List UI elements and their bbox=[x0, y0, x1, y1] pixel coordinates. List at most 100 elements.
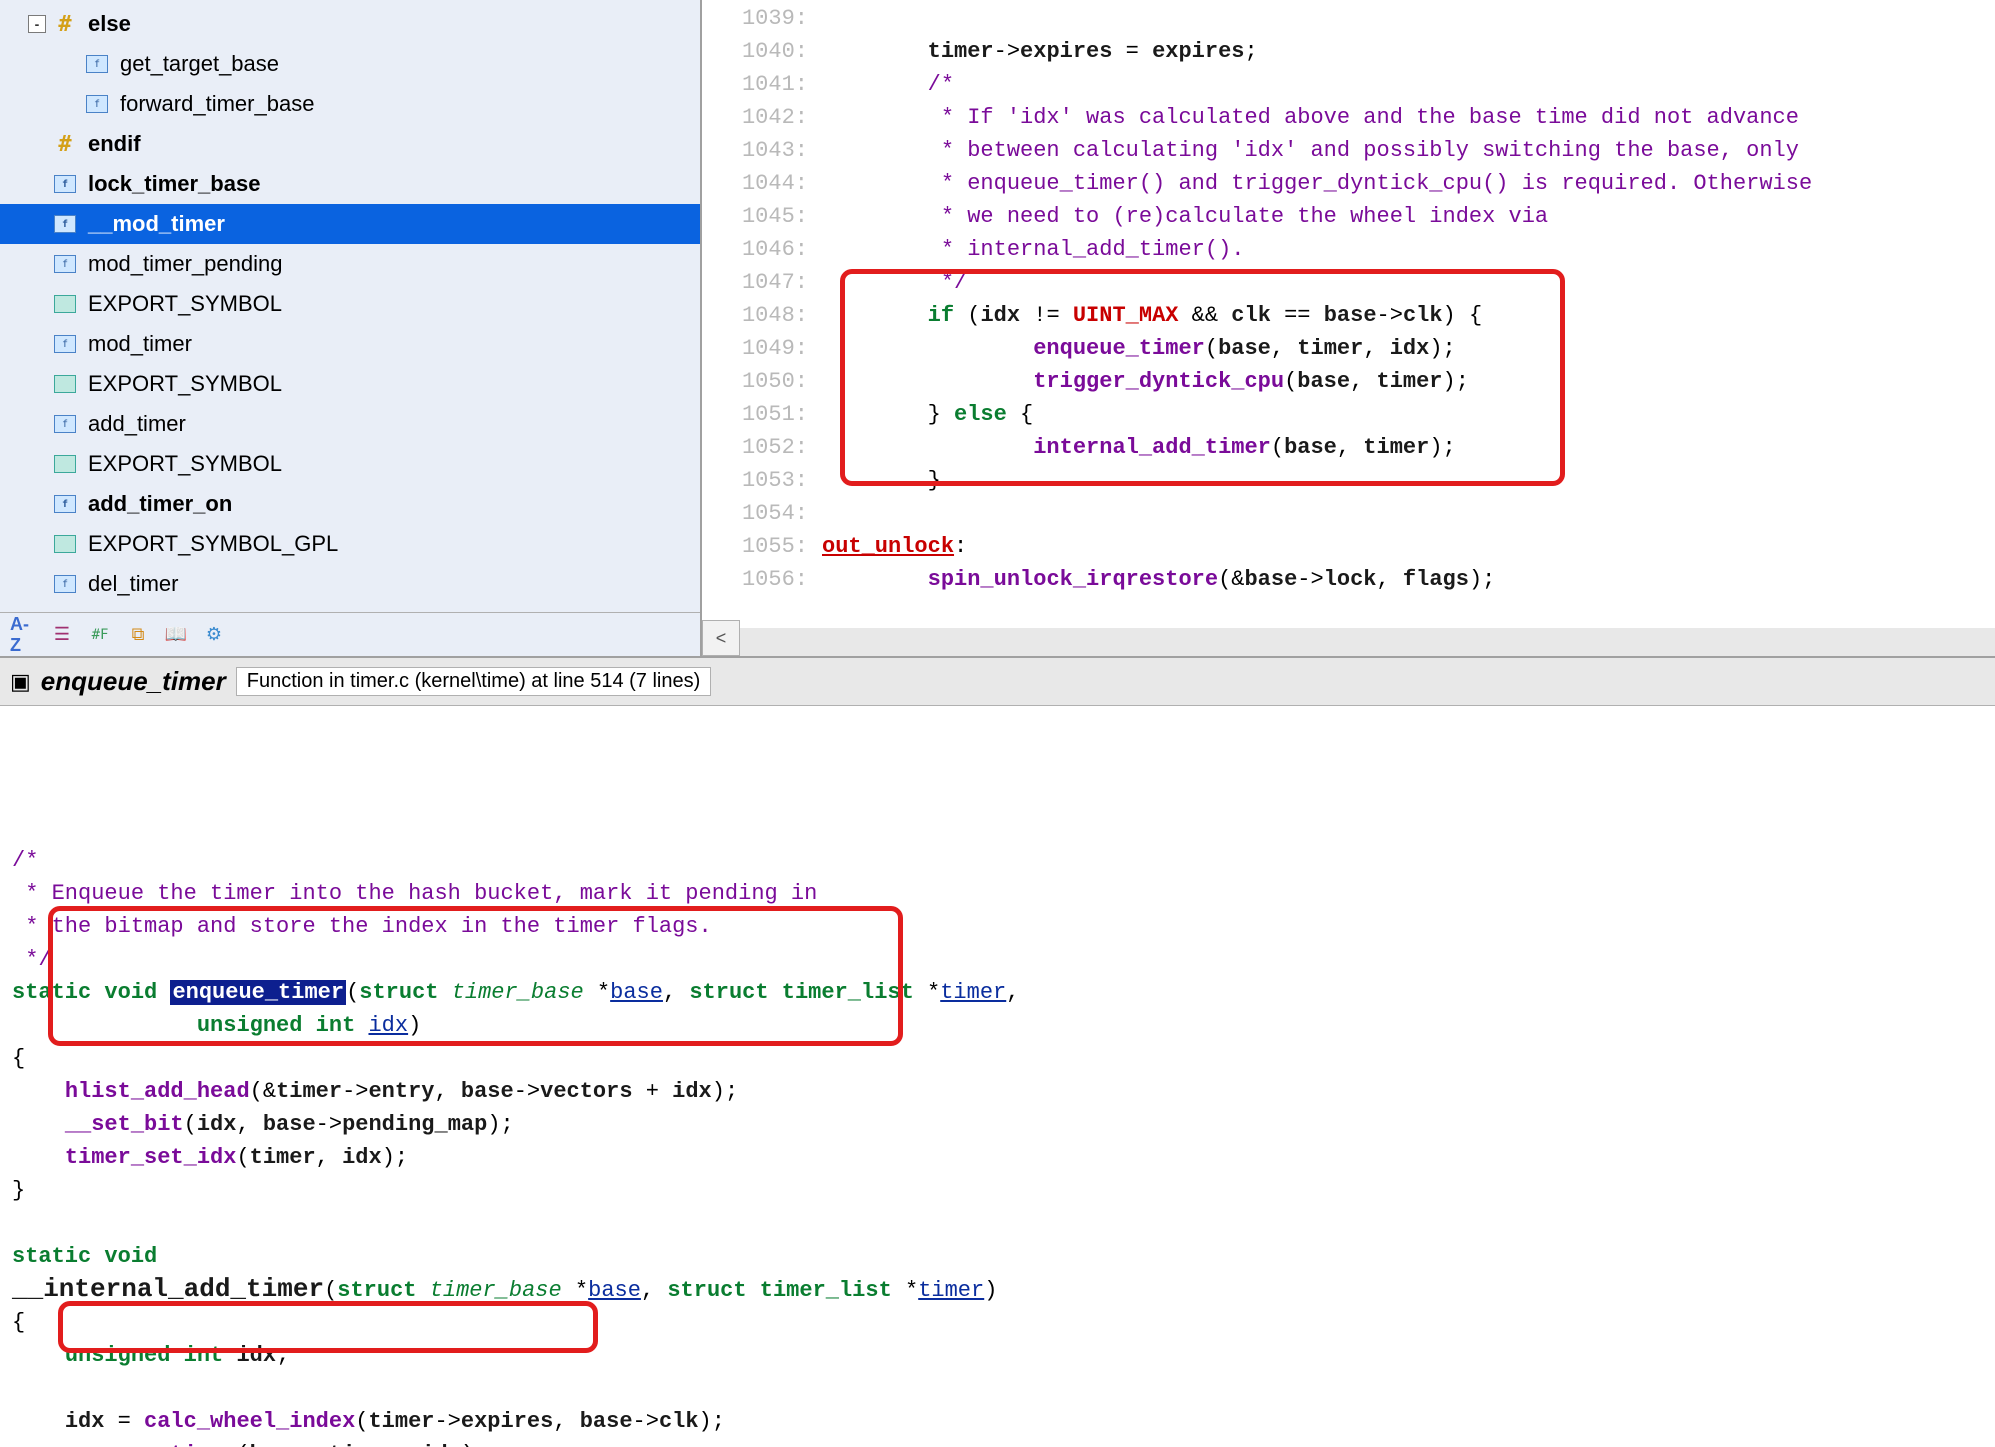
bottom-code-editor[interactable]: /* * Enqueue the timer into the hash buc… bbox=[0, 706, 1995, 1447]
tree-item-label: EXPORT_SYMBOL bbox=[88, 451, 282, 477]
code-line[interactable] bbox=[822, 2, 1995, 35]
tree-item-label: else bbox=[88, 11, 131, 37]
code-line[interactable] bbox=[822, 497, 1995, 530]
code-line[interactable] bbox=[12, 1207, 1983, 1240]
code-line[interactable]: trigger_dyntick_cpu(base, timer); bbox=[822, 365, 1995, 398]
function-icon: f bbox=[54, 495, 76, 513]
tree-item-lock-timer-base[interactable]: f lock_timer_base bbox=[0, 164, 700, 204]
tree-item-forward-timer-base[interactable]: f forward_timer_base bbox=[0, 84, 700, 124]
export-icon bbox=[54, 295, 76, 313]
tree-item-mod-timer[interactable]: fmod_timer bbox=[0, 324, 700, 364]
definition-header: ▣ enqueue_timer Function in timer.c (ker… bbox=[0, 658, 1995, 706]
tree-item-label: mod_timer_pending bbox=[88, 251, 282, 277]
code-line[interactable]: } bbox=[822, 464, 1995, 497]
code-line[interactable]: if (idx != UINT_MAX && clk == base->clk)… bbox=[822, 299, 1995, 332]
code-line[interactable]: * we need to (re)calculate the wheel ind… bbox=[822, 200, 1995, 233]
code-line[interactable]: __internal_add_timer(struct timer_base *… bbox=[12, 1273, 1983, 1306]
function-icon: f bbox=[54, 575, 76, 593]
tree-item-label: del_timer bbox=[88, 571, 178, 597]
tree-item-label: forward_timer_base bbox=[120, 91, 314, 117]
tree-view-button[interactable]: ⧉ bbox=[124, 621, 152, 649]
function-icon: f bbox=[54, 415, 76, 433]
code-line[interactable]: * internal_add_timer(). bbox=[822, 233, 1995, 266]
top-code-editor[interactable]: 1039:1040:1041:1042:1043:1044:1045:1046:… bbox=[702, 0, 1995, 656]
tree-item-label: add_timer bbox=[88, 411, 186, 437]
expander-icon[interactable]: - bbox=[28, 15, 46, 33]
tree-item-label: EXPORT_SYMBOL_GPL bbox=[88, 531, 338, 557]
hash-filter-button[interactable]: #F bbox=[86, 621, 114, 649]
code-line[interactable]: enqueue_timer(base, timer, idx); bbox=[12, 1438, 1983, 1447]
tree-item-endif[interactable]: # endif bbox=[0, 124, 700, 164]
code-line[interactable]: out_unlock: bbox=[822, 530, 1995, 563]
code-line[interactable]: /* bbox=[12, 844, 1983, 877]
export-icon bbox=[54, 455, 76, 473]
horizontal-scrollbar[interactable] bbox=[740, 628, 1995, 656]
hash-icon: # bbox=[58, 132, 71, 157]
tree-item-label: EXPORT_SYMBOL bbox=[88, 371, 282, 397]
collapse-panel-button[interactable]: < bbox=[702, 620, 740, 656]
code-line[interactable]: static void bbox=[12, 1240, 1983, 1273]
code-line[interactable]: /* bbox=[822, 68, 1995, 101]
book-button[interactable]: 📖 bbox=[162, 621, 190, 649]
function-icon: f bbox=[54, 255, 76, 273]
code-line[interactable]: idx = calc_wheel_index(timer->expires, b… bbox=[12, 1405, 1983, 1438]
code-line[interactable]: */ bbox=[822, 266, 1995, 299]
tree-item---mod-timer[interactable]: f __mod_timer bbox=[0, 204, 700, 244]
code-line[interactable]: static void enqueue_timer(struct timer_b… bbox=[12, 976, 1983, 1009]
code-line[interactable]: * Enqueue the timer into the hash bucket… bbox=[12, 877, 1983, 910]
tree-item-add-timer-on[interactable]: f add_timer_on bbox=[0, 484, 700, 524]
tree-item-else[interactable]: -#else bbox=[0, 4, 700, 44]
function-icon: f bbox=[86, 95, 108, 113]
code-line[interactable]: unsigned int idx) bbox=[12, 1009, 1983, 1042]
tree-item-add-timer[interactable]: f add_timer bbox=[0, 404, 700, 444]
tree-item-EXPORT-SYMBOL-GPL[interactable]: EXPORT_SYMBOL_GPL bbox=[0, 524, 700, 564]
code-line[interactable]: * between calculating 'idx' and possibly… bbox=[822, 134, 1995, 167]
code-line[interactable]: timer->expires = expires; bbox=[822, 35, 1995, 68]
function-type-icon: ▣ bbox=[10, 669, 31, 695]
export-icon bbox=[54, 535, 76, 553]
code-line[interactable]: } else { bbox=[822, 398, 1995, 431]
code-line[interactable]: * If 'idx' was calculated above and the … bbox=[822, 101, 1995, 134]
symbol-sidebar: -#elsefget_target_basefforward_timer_bas… bbox=[0, 0, 702, 656]
code-line[interactable]: { bbox=[12, 1306, 1983, 1339]
code-line[interactable]: internal_add_timer(base, timer); bbox=[822, 431, 1995, 464]
code-line[interactable]: * enqueue_timer() and trigger_dyntick_cp… bbox=[822, 167, 1995, 200]
code-line[interactable] bbox=[12, 1372, 1983, 1405]
tree-item-label: lock_timer_base bbox=[88, 171, 260, 197]
line-gutter: 1039:1040:1041:1042:1043:1044:1045:1046:… bbox=[702, 0, 822, 656]
function-icon: f bbox=[54, 215, 76, 233]
tree-item-del-timer[interactable]: f del_timer bbox=[0, 564, 700, 604]
tree-item-label: __mod_timer bbox=[88, 211, 225, 237]
code-line[interactable]: __set_bit(idx, base->pending_map); bbox=[12, 1108, 1983, 1141]
tree-item-EXPORT-SYMBOL[interactable]: EXPORT_SYMBOL bbox=[0, 364, 700, 404]
tree-item-EXPORT-SYMBOL[interactable]: EXPORT_SYMBOL bbox=[0, 444, 700, 484]
tree-item-label: EXPORT_SYMBOL bbox=[88, 291, 282, 317]
code-content[interactable]: timer->expires = expires; /* * If 'idx' … bbox=[822, 0, 1995, 656]
code-line[interactable]: * the bitmap and store the index in the … bbox=[12, 910, 1983, 943]
sidebar-toolbar: A-Z ☰ #F ⧉ 📖 ⚙ bbox=[0, 612, 700, 656]
export-icon bbox=[54, 375, 76, 393]
function-icon: f bbox=[54, 175, 76, 193]
code-line[interactable]: { bbox=[12, 1042, 1983, 1075]
symbol-tree[interactable]: -#elsefget_target_basefforward_timer_bas… bbox=[0, 0, 700, 612]
sort-az-button[interactable]: A-Z bbox=[10, 621, 38, 649]
tree-item-label: mod_timer bbox=[88, 331, 192, 357]
tree-item-label: get_target_base bbox=[120, 51, 279, 77]
code-line[interactable]: timer_set_idx(timer, idx); bbox=[12, 1141, 1983, 1174]
tree-item-mod-timer-pending[interactable]: f mod_timer_pending bbox=[0, 244, 700, 284]
definition-name: enqueue_timer bbox=[41, 666, 226, 697]
definition-location: Function in timer.c (kernel\time) at lin… bbox=[236, 667, 712, 696]
code-line[interactable]: hlist_add_head(&timer->entry, base->vect… bbox=[12, 1075, 1983, 1108]
code-line[interactable]: */ bbox=[12, 943, 1983, 976]
list-view-button[interactable]: ☰ bbox=[48, 621, 76, 649]
code-line[interactable]: spin_unlock_irqrestore(&base->lock, flag… bbox=[822, 563, 1995, 596]
code-line[interactable]: unsigned int idx; bbox=[12, 1339, 1983, 1372]
tree-item-get-target-base[interactable]: f get_target_base bbox=[0, 44, 700, 84]
tree-item-label: endif bbox=[88, 131, 141, 157]
code-line[interactable]: } bbox=[12, 1174, 1983, 1207]
code-line[interactable]: enqueue_timer(base, timer, idx); bbox=[822, 332, 1995, 365]
tree-item-label: add_timer_on bbox=[88, 491, 232, 517]
function-icon: f bbox=[86, 55, 108, 73]
settings-button[interactable]: ⚙ bbox=[200, 621, 228, 649]
tree-item-EXPORT-SYMBOL[interactable]: EXPORT_SYMBOL bbox=[0, 284, 700, 324]
